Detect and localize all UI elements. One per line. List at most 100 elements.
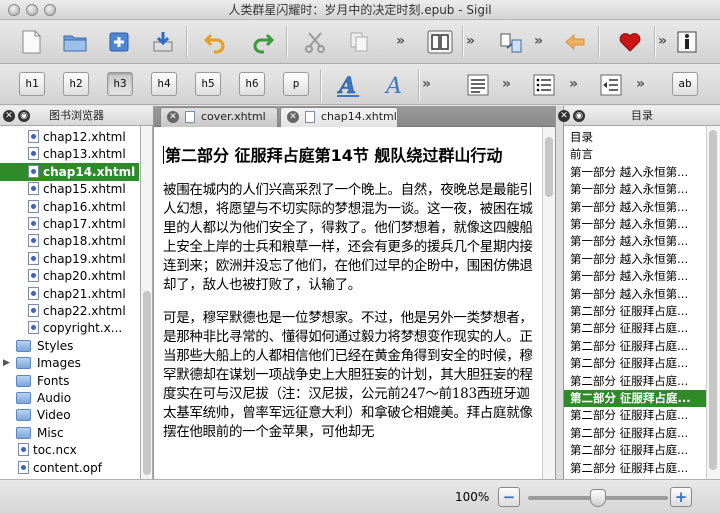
cut-icon[interactable] [300,27,330,57]
zoom-in-button[interactable]: + [670,487,692,507]
zoom-slider[interactable] [528,489,668,507]
toc-item[interactable]: 第二部分 征服拜占庭... [564,303,706,320]
close-tab-icon[interactable]: ✕ [287,111,299,123]
split-chapter-icon[interactable] [496,27,526,57]
toc-item[interactable]: 第一部分 越入永恒第... [564,164,706,181]
scrollbar-thumb[interactable] [545,137,553,197]
toc-item[interactable]: 第一部分 越入永恒第... [564,251,706,268]
back-arrow-icon[interactable] [560,27,590,57]
editor-scrollbar[interactable] [542,127,555,479]
toc-scrollbar[interactable] [706,126,720,479]
decrease-indent-icon[interactable] [596,70,626,100]
book-browser-file-item[interactable]: chap15.xhtml [0,180,139,198]
book-view-editor[interactable]: 第二部分 征服拜占庭第14节 舰队绕过群山行动 被围在城内的人们兴高采烈了一个晚… [154,127,542,479]
zoom-out-button[interactable]: − [498,487,520,507]
book-browser-folder-item[interactable]: Audio [0,389,139,407]
book-browser-folder-item[interactable]: Styles [0,337,139,355]
close-window-button[interactable] [8,4,20,16]
book-browser-file-item[interactable]: content.opf [0,459,139,477]
book-browser-folder-item[interactable]: Misc [0,424,139,442]
pane-splitter[interactable] [555,106,564,479]
toc-item[interactable]: 第二部分 征服拜占庭... [564,355,706,372]
book-browser-file-item[interactable]: toc.ncx [0,441,139,459]
overflow-chevron-icon[interactable]: » [569,76,578,92]
add-file-icon[interactable] [104,27,134,57]
overflow-chevron-icon[interactable]: » [636,76,645,92]
toc-item[interactable]: 第一部分 越入永恒第... [564,268,706,285]
book-browser-file-item[interactable]: chap20.xhtml [0,267,139,285]
close-pane-icon[interactable]: ✕ [558,110,570,122]
scrollbar-thumb[interactable] [143,291,151,475]
book-browser-tree: chap12.xhtml chap13.xhtml chap14.xhtml chap… [0,126,141,479]
heading-h5-button[interactable]: h5 [195,72,221,96]
book-browser-file-item[interactable]: chap19.xhtml [0,250,139,268]
spellcheck-button[interactable]: ab [672,72,698,96]
toc-item[interactable]: 第二部分 征服拜占庭... [564,338,706,355]
metadata-info-icon[interactable] [672,27,702,57]
scrollbar-thumb[interactable] [709,130,717,470]
overflow-chevron-icon[interactable]: » [534,33,543,49]
bullet-list-icon[interactable] [529,70,559,100]
toc-item[interactable]: 第二部分 征服拜占庭... [564,320,706,337]
book-browser-file-item[interactable]: chap14.xhtml [0,162,139,181]
expand-arrow-icon[interactable]: ▶ [3,354,10,372]
heading-h3-button[interactable]: h3 [107,72,133,96]
float-pane-icon[interactable]: ◉ [18,110,30,122]
heading-h1-button[interactable]: h1 [19,72,45,96]
bold-style-icon[interactable]: A [333,70,363,100]
close-tab-icon[interactable]: ✕ [167,111,179,123]
toc-item[interactable]: 第二部分 征服拜占庭... [564,460,706,477]
book-browser-file-item[interactable]: chap21.xhtml [0,285,139,303]
overflow-chevron-icon[interactable]: » [396,33,405,49]
overflow-chevron-icon[interactable]: » [466,33,475,49]
heading-h4-button[interactable]: h4 [151,72,177,96]
toc-item[interactable]: 第一部分 越入永恒第... [564,233,706,250]
book-browser-folder-item[interactable]: Fonts [0,372,139,390]
copy-icon[interactable] [344,27,374,57]
toc-item[interactable]: 第二部分 征服拜占庭... [564,442,706,459]
book-browser-file-item[interactable]: copyright.x... [0,319,139,337]
toc-item[interactable]: 第一部分 越入永恒第... [564,286,706,303]
book-browser-file-item[interactable]: chap16.xhtml [0,198,139,216]
redo-icon[interactable] [248,27,278,57]
italic-style-icon[interactable]: A [379,70,409,100]
heading-h2-button[interactable]: h2 [63,72,89,96]
float-pane-icon[interactable]: ◉ [573,110,585,122]
book-view-icon[interactable] [425,27,455,57]
overflow-chevron-icon[interactable]: » [502,76,511,92]
heading-h6-button[interactable]: h6 [239,72,265,96]
toc-item[interactable]: 第二部分 征服拜占庭... [564,390,706,408]
toc-item[interactable]: 第一部分 越入永恒第... [564,216,706,233]
toc-item[interactable]: 第二部分 征服拜占庭... [564,373,706,390]
file-name: chap15.xhtml [43,182,126,197]
book-browser-file-item[interactable]: chap18.xhtml [0,232,139,250]
toc-item[interactable]: 目录 [564,129,706,146]
new-file-icon[interactable] [16,27,46,57]
minimize-window-button[interactable] [26,4,38,16]
open-folder-icon[interactable] [60,27,90,57]
toc-item[interactable]: 第一部分 越入永恒第... [564,181,706,198]
toc-item[interactable]: 前言 [564,146,706,163]
book-browser-file-item[interactable]: chap13.xhtml [0,145,139,163]
paragraph-button[interactable]: p [283,72,309,96]
donate-heart-icon[interactable] [615,27,645,57]
toc-item[interactable]: 第二部分 征服拜占庭... [564,425,706,442]
close-pane-icon[interactable]: ✕ [3,110,15,122]
undo-icon[interactable] [200,27,230,57]
save-icon[interactable] [148,27,178,57]
book-browser-file-item[interactable]: chap12.xhtml [0,128,139,146]
toc-item[interactable]: 第一部分 越入永恒第... [564,199,706,216]
zoom-window-button[interactable] [44,4,56,16]
zoom-slider-knob[interactable] [590,489,606,507]
tab-cover-xhtml[interactable]: ✕ cover.xhtml [160,107,278,127]
overflow-chevron-icon[interactable]: » [658,33,667,49]
book-browser-folder-item[interactable]: ▶ Images [0,354,139,372]
tab-chap14-xhtml[interactable]: ✕ chap14.xhtml [280,107,398,127]
overflow-chevron-icon[interactable]: » [422,76,431,92]
toc-item[interactable]: 第二部分 征服拜占庭... [564,407,706,424]
align-text-icon[interactable] [463,70,493,100]
book-browser-folder-item[interactable]: Video [0,406,139,424]
book-browser-file-item[interactable]: chap17.xhtml [0,215,139,233]
book-browser-scrollbar[interactable] [141,126,153,479]
book-browser-file-item[interactable]: chap22.xhtml [0,302,139,320]
